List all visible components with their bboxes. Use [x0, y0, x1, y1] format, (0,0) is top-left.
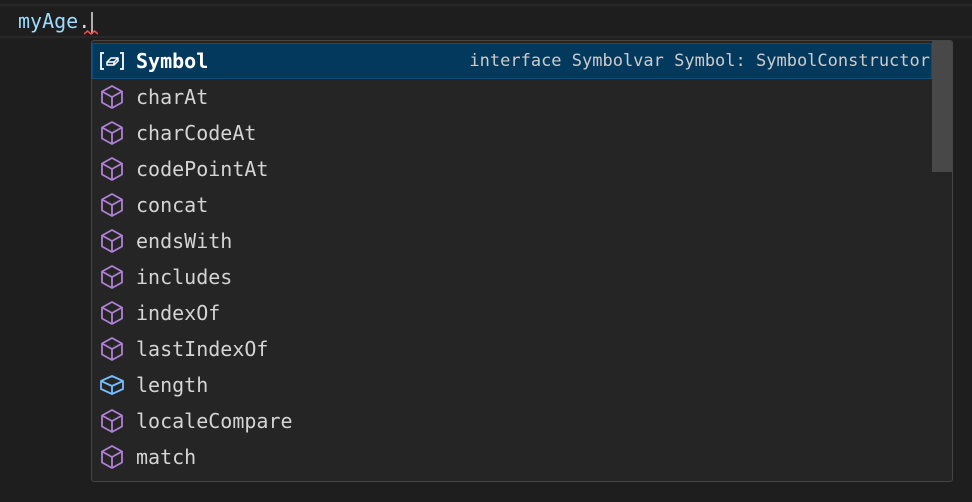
suggestion-indexof[interactable]: indexOf	[92, 295, 932, 331]
suggestion-detail: interface Symbolvar Symbol: SymbolConstr…	[469, 51, 930, 71]
suggestion-codepointat[interactable]: codePointAt	[92, 151, 932, 187]
method-icon	[98, 191, 126, 219]
suggestion-symbol[interactable]: Symbol interface Symbolvar Symbol: Symbo…	[92, 43, 932, 79]
current-line-highlight	[0, 4, 972, 38]
suggestion-length[interactable]: length	[92, 367, 932, 403]
method-icon	[98, 443, 126, 471]
suggestion-charcodeat[interactable]: charCodeAt	[92, 115, 932, 151]
method-icon	[98, 335, 126, 363]
suggest-scrollbar[interactable]	[932, 41, 952, 481]
suggestion-concat[interactable]: concat	[92, 187, 932, 223]
suggestion-label: indexOf	[136, 301, 221, 325]
scrollbar-thumb[interactable]	[932, 41, 952, 172]
method-icon	[98, 83, 126, 111]
suggestion-partial[interactable]	[92, 475, 932, 481]
method-icon	[98, 407, 126, 435]
suggestion-label: lastIndexOf	[136, 337, 269, 361]
suggestion-label: codePointAt	[136, 157, 269, 181]
method-icon	[98, 299, 126, 327]
suggest-widget[interactable]: Symbol interface Symbolvar Symbol: Symbo…	[91, 40, 953, 482]
suggestion-lastindexof[interactable]: lastIndexOf	[92, 331, 932, 367]
suggestion-label: endsWith	[136, 229, 233, 253]
error-squiggle	[84, 30, 98, 35]
method-icon	[98, 479, 126, 481]
field-icon	[98, 371, 126, 399]
suggestion-endswith[interactable]: endsWith	[92, 223, 932, 259]
suggestion-label: Symbol	[136, 49, 209, 73]
suggestion-charat[interactable]: charAt	[92, 79, 932, 115]
suggestion-label: charCodeAt	[136, 121, 257, 145]
suggestion-match[interactable]: match	[92, 439, 932, 475]
suggestion-label: localeCompare	[136, 409, 293, 433]
suggestion-label: concat	[136, 193, 209, 217]
suggestion-label: length	[136, 373, 209, 397]
suggestion-label: match	[136, 445, 197, 469]
suggestion-label: charAt	[136, 85, 209, 109]
method-icon	[98, 227, 126, 255]
suggestion-label: includes	[136, 265, 233, 289]
method-icon	[98, 119, 126, 147]
code-editor[interactable]: myAge. Symbol interface Symbolvar Symbol…	[0, 0, 972, 502]
method-icon	[98, 263, 126, 291]
code-line[interactable]: myAge.	[18, 8, 94, 34]
suggest-list[interactable]: Symbol interface Symbolvar Symbol: Symbo…	[92, 43, 932, 481]
variable-icon	[98, 47, 126, 75]
variable-token: myAge	[18, 9, 79, 33]
method-icon	[98, 155, 126, 183]
suggestion-localecompare[interactable]: localeCompare	[92, 403, 932, 439]
suggestion-includes[interactable]: includes	[92, 259, 932, 295]
